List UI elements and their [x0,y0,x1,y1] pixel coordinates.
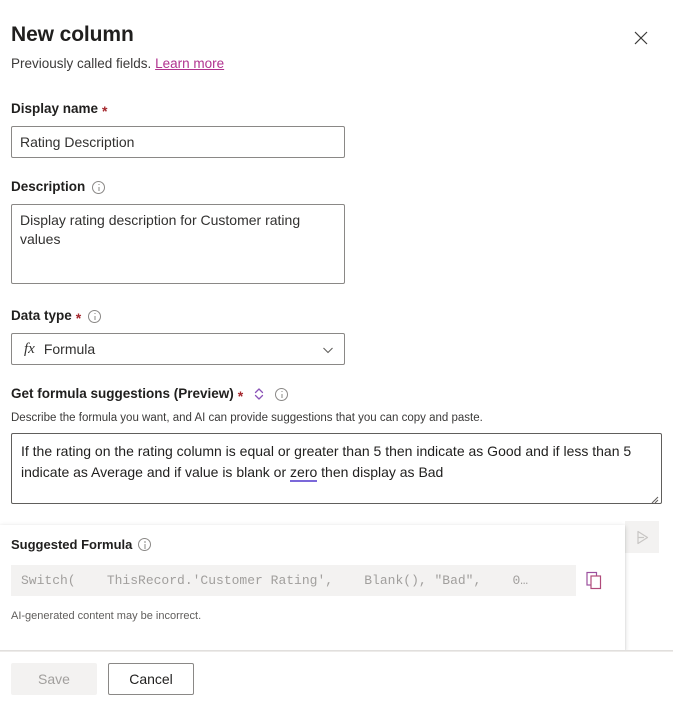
data-type-label: Data type * [11,307,662,325]
form-area: Display name * Description Display ratin… [0,100,673,504]
ai-help-text: Describe the formula you want, and AI ca… [11,411,662,426]
description-input[interactable]: Display rating description for Customer … [11,204,345,284]
ai-section-label-text: Get formula suggestions (Preview) [11,385,234,403]
info-icon[interactable] [88,310,101,323]
info-icon[interactable] [138,538,151,551]
formula-prompt-input[interactable] [11,433,662,504]
cancel-button[interactable]: Cancel [108,663,194,695]
formula-row: Switch( ThisRecord.'Customer Rating', Bl… [11,565,614,596]
info-icon[interactable] [92,181,105,194]
panel-subtitle: Previously called fields. Learn more [11,55,673,72]
save-button[interactable]: Save [11,663,97,695]
suggested-formula-box[interactable]: Switch( ThisRecord.'Customer Rating', Bl… [11,565,576,596]
panel-subtitle-text: Previously called fields. [11,56,151,71]
data-type-selected-value: Formula [44,341,322,357]
prompt-wrapper: If the rating on the rating column is eq… [11,433,662,504]
data-type-select[interactable]: fx Formula [11,333,345,365]
required-asterisk: * [102,106,107,116]
field-description: Description Display rating description f… [0,178,673,289]
display-name-label-text: Display name [11,100,98,118]
data-type-label-text: Data type [11,307,72,325]
close-icon[interactable] [627,24,655,52]
chevron-down-icon [322,343,334,355]
panel-header: New column Previously called fields. Lea… [0,0,673,72]
ai-suggestion-section: Get formula suggestions (Preview) * Desc… [0,385,673,504]
ai-disclaimer: AI-generated content may be incorrect. [11,610,614,622]
learn-more-link[interactable]: Learn more [155,56,224,71]
ai-section-label: Get formula suggestions (Preview) * [11,385,662,403]
fx-icon: fx [24,341,35,358]
send-prompt-button[interactable] [625,521,659,553]
suggested-formula-label: Suggested Formula [11,537,614,552]
suggested-formula-panel: Suggested Formula Switch( ThisRecord.'Cu… [0,525,625,651]
display-name-input[interactable] [11,126,345,158]
field-display-name: Display name * [0,100,673,158]
footer: Save Cancel [0,651,673,706]
description-label-text: Description [11,178,85,196]
required-asterisk: * [76,313,81,323]
field-data-type: Data type * fx Formula [0,307,673,365]
suggested-formula-label-text: Suggested Formula [11,537,132,552]
display-name-label: Display name * [11,100,662,118]
info-icon[interactable] [275,388,288,401]
new-column-panel: New column Previously called fields. Lea… [0,0,673,706]
page-title: New column [11,22,673,48]
description-label: Description [11,178,662,196]
suggested-formula-text: Switch( ThisRecord.'Customer Rating', Bl… [21,573,528,588]
required-asterisk: * [238,391,243,401]
chevron-up-down-icon[interactable] [252,387,266,401]
copy-icon[interactable] [584,569,606,593]
